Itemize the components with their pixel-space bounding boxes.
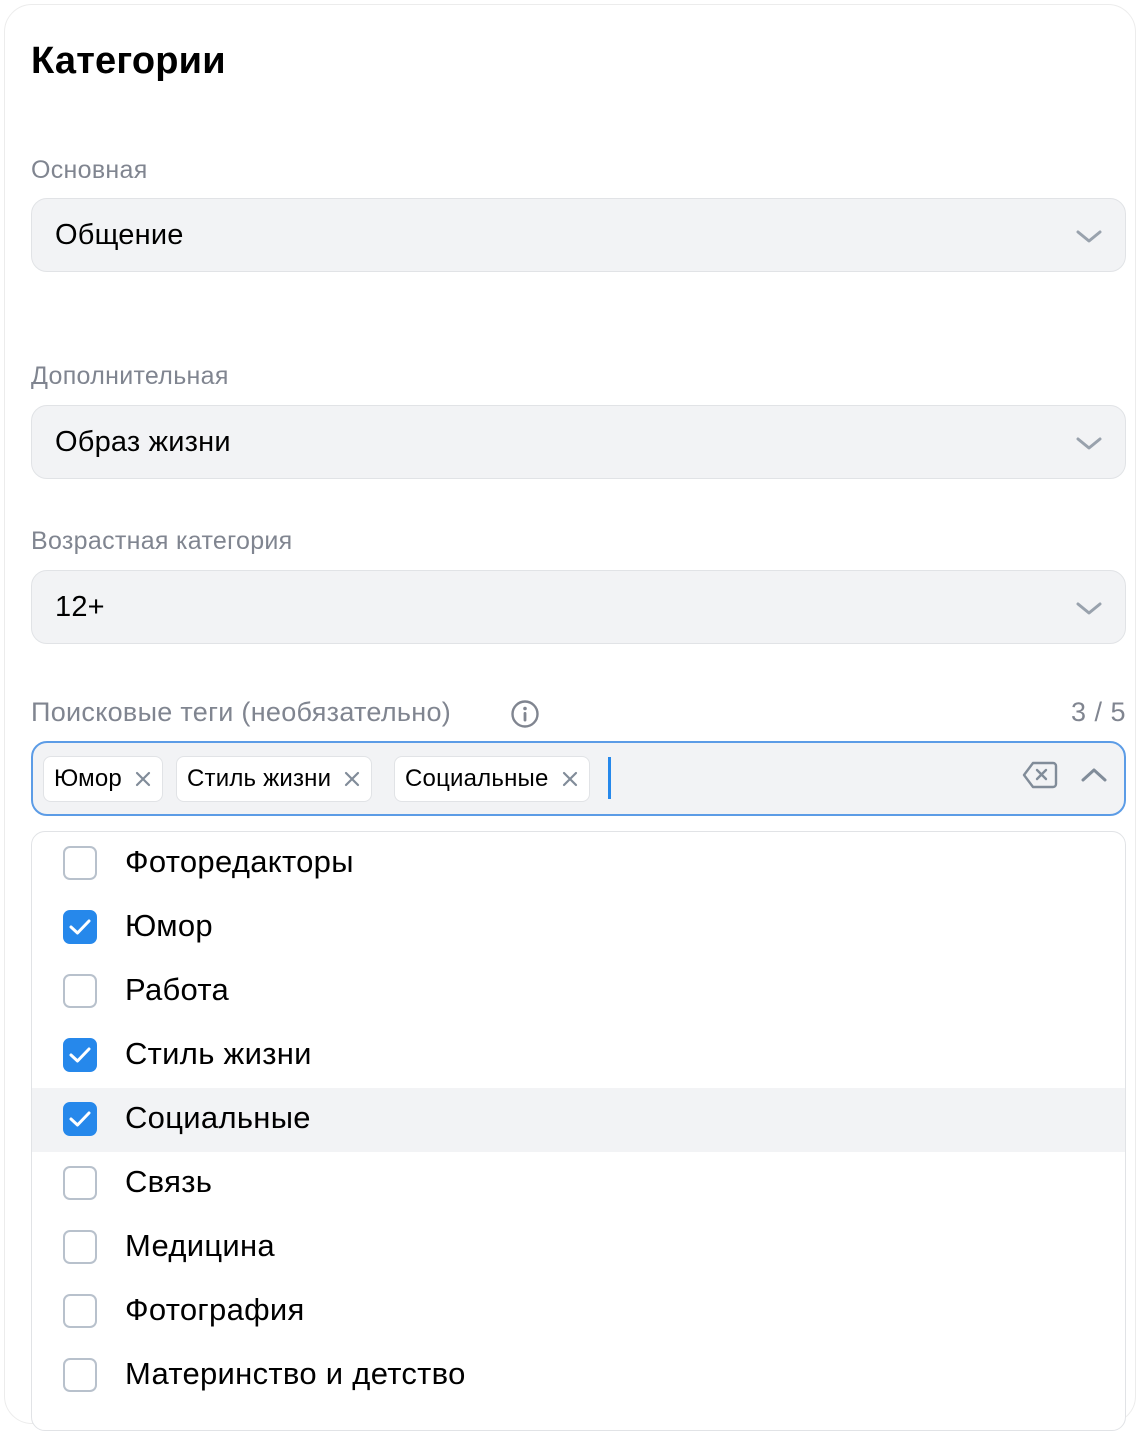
tag-chip-label: Социальные <box>405 765 549 792</box>
tag-chip-label: Стиль жизни <box>187 765 332 792</box>
tag-option-label: Материнство и детство <box>125 1356 466 1391</box>
checkbox-checked[interactable] <box>63 910 97 944</box>
age-category-select[interactable]: 12+ <box>31 570 1126 644</box>
tag-option-label: Юмор <box>125 908 213 943</box>
close-icon[interactable] <box>134 770 152 788</box>
check-icon <box>69 1111 91 1127</box>
primary-category-select[interactable]: Общение <box>31 198 1126 272</box>
chevron-down-icon <box>1076 230 1102 243</box>
checkbox[interactable] <box>63 974 97 1008</box>
checkbox[interactable] <box>63 846 97 880</box>
chevron-down-icon <box>1076 602 1102 615</box>
age-category-value: 12+ <box>55 590 105 623</box>
checkbox-checked[interactable] <box>63 1102 97 1136</box>
tag-option-label: Работа <box>125 972 230 1007</box>
tags-input[interactable]: Юмор Стиль жизни Социальные <box>31 741 1126 816</box>
primary-category-value: Общение <box>55 218 184 251</box>
tag-option[interactable]: Материнство и детство <box>32 1344 1125 1408</box>
tags-counter: 3 / 5 <box>1070 697 1126 727</box>
tag-chip: Стиль жизни <box>176 756 373 802</box>
tag-chip: Юмор <box>43 756 163 802</box>
tag-option[interactable]: Юмор <box>32 896 1125 960</box>
tag-option-label: Социальные <box>125 1100 311 1135</box>
tag-option[interactable]: Связь <box>32 1152 1125 1216</box>
tag-option[interactable]: Работа <box>32 960 1125 1024</box>
checkbox[interactable] <box>63 1358 97 1392</box>
tag-option-label: Связь <box>125 1164 213 1199</box>
tag-option-label: Фотография <box>125 1292 305 1327</box>
tag-option-label: Медицина <box>125 1228 275 1263</box>
tags-dropdown: Фоторедакторы Юмор Работа Стиль жизни Со… <box>31 831 1126 1431</box>
info-icon[interactable] <box>510 699 540 729</box>
page-title: Категории <box>31 40 226 82</box>
close-icon[interactable] <box>343 770 361 788</box>
text-cursor <box>608 757 611 799</box>
close-icon[interactable] <box>561 770 579 788</box>
check-icon <box>69 1047 91 1063</box>
primary-category-label: Основная <box>31 156 148 184</box>
age-category-label: Возрастная категория <box>31 527 293 555</box>
tag-option[interactable]: Медицина <box>32 1216 1125 1280</box>
tag-chip-label: Юмор <box>54 765 122 792</box>
tag-option[interactable]: Социальные <box>32 1088 1125 1152</box>
checkbox[interactable] <box>63 1166 97 1200</box>
checkbox-checked[interactable] <box>63 1038 97 1072</box>
tag-option-label: Фоторедакторы <box>125 844 354 879</box>
secondary-category-label: Дополнительная <box>31 362 229 390</box>
chevron-down-icon <box>1076 437 1102 450</box>
check-icon <box>69 919 91 935</box>
secondary-category-value: Образ жизни <box>55 425 231 458</box>
tag-option-label: Стиль жизни <box>125 1036 312 1071</box>
clear-tags-icon[interactable] <box>1022 760 1058 790</box>
chevron-up-icon[interactable] <box>1080 764 1108 786</box>
checkbox[interactable] <box>63 1294 97 1328</box>
checkbox[interactable] <box>63 1230 97 1264</box>
tag-option[interactable]: Фоторедакторы <box>32 832 1125 896</box>
search-tags-label: Поисковые теги (необязательно) <box>31 697 452 727</box>
tag-chip: Социальные <box>394 756 590 802</box>
tag-option[interactable]: Стиль жизни <box>32 1024 1125 1088</box>
tag-option[interactable]: Фотография <box>32 1280 1125 1344</box>
secondary-category-select[interactable]: Образ жизни <box>31 405 1126 479</box>
